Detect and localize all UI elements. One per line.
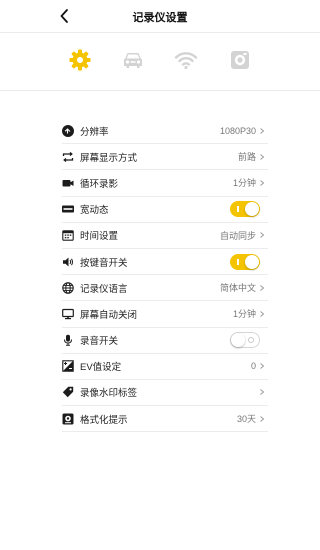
setting-label: 宽动态 [80,205,109,217]
resolution-icon [62,124,74,137]
setting-label: 录像水印标签 [80,388,138,400]
chevron-right-icon [259,311,265,317]
setting-screen-display-mode[interactable]: 屏幕显示方式 前路 [62,144,268,171]
tab-wifi[interactable] [173,47,199,73]
page-title: 记录仪设置 [132,12,188,24]
chevron-right-icon [259,153,265,160]
setting-value: 1080P30 [219,125,256,136]
video-camera-icon [62,177,74,189]
setting-value: 简体中文 [219,283,256,294]
tabbar-divider [0,90,320,91]
format-reminder-icon [62,413,74,425]
chevron-right-icon [259,389,265,396]
gear-icon [69,49,91,71]
chevron-right-icon [259,363,265,370]
setting-label: EV值设定 [80,362,122,374]
setting-label: 记录仪语言 [80,283,128,295]
setting-key-sound[interactable]: 按键音开关 [62,249,268,276]
setting-time[interactable]: 时间设置 自动同步 [62,223,268,249]
chevron-right-icon [259,180,265,186]
setting-label: 按键音开关 [80,257,128,269]
setting-format-reminder[interactable]: 格式化提示 30天 [62,406,268,433]
settings-list: 分辨率 1080P30 屏幕显示方式 前路 循环录影 1分钟 宽动态 时间设置 … [62,118,268,433]
setting-label: 循环录影 [80,178,119,190]
setting-value: 1分钟 [232,178,256,189]
screen-switch-icon [62,151,74,163]
setting-label: 屏幕显示方式 [80,152,138,164]
key-sound-toggle[interactable] [230,253,260,270]
setting-loop-recording[interactable]: 循环录影 1分钟 [62,170,268,197]
setting-label: 屏幕自动关闭 [80,309,138,321]
calendar-icon [62,229,74,242]
chevron-right-icon [259,284,265,291]
chevron-right-icon [259,127,265,134]
tab-car[interactable] [120,47,146,73]
setting-screen-auto-off[interactable]: 屏幕自动关闭 1分钟 [62,301,268,328]
setting-ev[interactable]: EV值设定 0 [62,354,268,380]
tab-storage[interactable] [227,47,253,73]
wdr-toggle[interactable] [230,201,260,218]
setting-language[interactable]: 记录仪语言 简体中文 [62,275,268,302]
globe-icon [62,281,74,294]
wdr-icon [62,203,74,215]
setting-value: 0 [250,361,256,372]
setting-resolution[interactable]: 分辨率 1080P30 [62,118,268,145]
setting-value: 前路 [237,152,256,163]
header: 记录仪设置 [0,0,320,32]
setting-label: 时间设置 [80,231,119,243]
tab-settings[interactable] [67,47,93,73]
tab-bar [0,33,320,90]
audio-recording-toggle[interactable] [230,332,260,349]
microphone-icon [62,334,74,346]
chevron-right-icon [259,232,265,239]
sd-card-icon [231,51,249,69]
setting-watermark-tag[interactable]: 录像水印标签 [62,380,268,407]
watermark-tag-icon [62,386,74,398]
setting-value: 自动同步 [219,230,256,241]
setting-label: 分辨率 [80,126,109,138]
setting-label: 录音开关 [80,336,119,348]
chevron-right-icon [259,415,265,422]
exposure-icon [62,360,74,373]
setting-audio-recording[interactable]: 录音开关 [62,328,268,354]
speaker-icon [62,256,74,268]
setting-label: 格式化提示 [80,414,128,426]
setting-value: 30天 [236,414,256,425]
car-icon [124,53,142,68]
wifi-icon [174,52,198,70]
monitor-icon [62,308,74,320]
setting-value: 1分钟 [232,309,256,320]
setting-wdr[interactable]: 宽动态 [62,197,268,223]
